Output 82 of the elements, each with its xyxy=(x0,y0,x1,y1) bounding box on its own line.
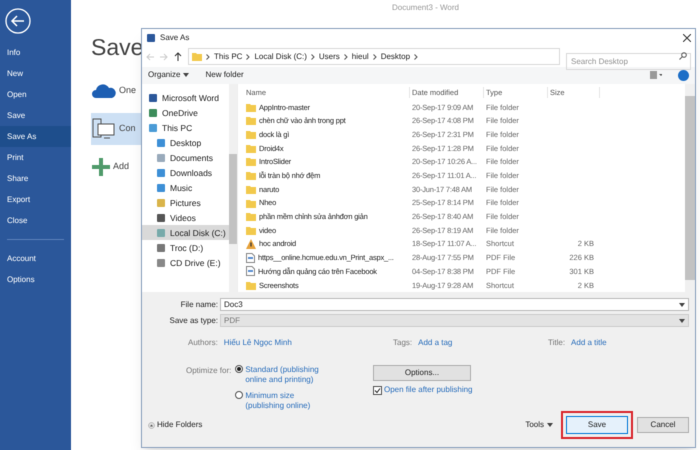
page-heading: Save xyxy=(91,36,144,59)
address-bar[interactable]: This PC Local Disk (C:) Users hieul Desktop xyxy=(188,48,560,66)
new-folder-button[interactable]: New folder xyxy=(205,69,244,82)
up-arrow-icon[interactable] xyxy=(174,52,182,62)
nav-item[interactable]: Local Disk (C:) xyxy=(142,225,229,240)
caret-down-icon xyxy=(679,318,685,322)
dialog-title: Save As xyxy=(160,32,190,44)
breadcrumb-item[interactable]: hieul xyxy=(352,50,369,63)
hide-folders-button[interactable]: Hide Folders xyxy=(148,419,202,431)
meta-label: Tags: xyxy=(393,337,412,349)
caret-down-icon xyxy=(679,302,685,306)
nav-item[interactable]: Downloads xyxy=(142,165,229,180)
back-icon[interactable] xyxy=(5,8,31,34)
nav-item[interactable]: Music xyxy=(142,180,229,196)
app-title: Document3 - Word xyxy=(392,2,459,14)
meta-label: Title: xyxy=(548,337,566,349)
menu-item[interactable]: Save As xyxy=(0,126,71,147)
breadcrumb-item[interactable]: Desktop xyxy=(380,50,410,63)
folder-icon xyxy=(192,52,202,62)
chevron-right-icon xyxy=(372,54,377,60)
meta-value[interactable]: Add a title xyxy=(571,337,607,349)
checkbox-label[interactable]: Open file after publishing xyxy=(384,384,472,396)
breadcrumb-item[interactable]: Users xyxy=(318,50,340,63)
menu-item[interactable]: New xyxy=(0,63,71,84)
meta-label: Authors: xyxy=(188,337,218,349)
nav-item[interactable]: Desktop xyxy=(142,135,229,150)
nav-item[interactable]: Documents xyxy=(142,150,229,166)
cancel-button[interactable]: Cancel xyxy=(637,417,689,433)
menu-item[interactable]: Close xyxy=(0,210,71,231)
chevron-right-icon xyxy=(414,54,418,60)
save-button[interactable]: Save xyxy=(566,416,628,434)
check-icon xyxy=(374,386,381,394)
menu-item[interactable]: Share xyxy=(0,168,71,189)
view-icon[interactable] xyxy=(650,71,662,80)
organize-button[interactable]: Organize xyxy=(148,69,190,82)
menu-item[interactable]: Account xyxy=(0,248,71,269)
nav-item[interactable]: Troc (D:) xyxy=(142,240,229,256)
menu-item[interactable]: Open xyxy=(0,84,71,105)
nav-item[interactable]: Pictures xyxy=(142,195,229,210)
tools-button[interactable]: Tools xyxy=(525,419,553,431)
menu-item[interactable]: Options xyxy=(0,269,71,290)
menu-item[interactable]: Save xyxy=(0,105,71,126)
breadcrumb-item[interactable]: This PC xyxy=(214,50,242,63)
options-button[interactable]: Options... xyxy=(373,365,471,381)
chevron-right-icon xyxy=(310,54,315,60)
radio-label[interactable]: Minimum size (publishing online) xyxy=(245,391,324,411)
menu-item[interactable]: Export xyxy=(0,189,71,210)
meta-value[interactable]: Add a tag xyxy=(418,337,452,349)
scrollbar[interactable] xyxy=(229,84,237,292)
nav-item[interactable]: Microsoft Word xyxy=(142,90,229,106)
location-item[interactable]: Add xyxy=(91,151,141,183)
menu-item[interactable]: Info xyxy=(0,42,71,63)
file-name-field[interactable]: Doc3 xyxy=(220,298,689,311)
radio-button[interactable] xyxy=(235,391,244,399)
search-field[interactable]: Search Desktop xyxy=(566,53,691,70)
radio-button[interactable] xyxy=(235,365,244,373)
caret-down-icon xyxy=(547,423,553,427)
collapse-icon xyxy=(148,422,155,428)
scrollbar[interactable] xyxy=(685,84,695,292)
folder-icon xyxy=(246,280,256,290)
search-icon xyxy=(679,52,687,60)
chevron-right-icon xyxy=(344,54,348,60)
radio-label[interactable]: Standard (publishing online and printing) xyxy=(245,365,324,385)
menu-item[interactable]: Print xyxy=(0,147,71,168)
field-label: Save as type: xyxy=(168,314,218,326)
location-item[interactable]: Con xyxy=(91,113,141,145)
breadcrumb-item[interactable]: Local Disk (C:) xyxy=(254,50,307,63)
shortcut-icon xyxy=(246,239,256,250)
field-label: File name: xyxy=(180,298,218,310)
chevron-right-icon xyxy=(246,54,250,60)
chevron-right-icon xyxy=(206,54,210,60)
caret-down-icon xyxy=(183,73,190,78)
location-item[interactable]: One xyxy=(91,75,141,107)
nav-item[interactable]: Videos xyxy=(142,210,229,226)
optimize-label: Optimize for: xyxy=(186,365,232,377)
nav-item[interactable]: This PC xyxy=(142,120,229,136)
nav-item[interactable]: CD Drive (E:) xyxy=(142,255,229,270)
plus-icon xyxy=(92,158,110,176)
close-icon[interactable] xyxy=(683,34,691,42)
nav-item[interactable]: OneDrive xyxy=(142,105,229,120)
meta-value[interactable]: Hiếu Lê Ngọc Minh xyxy=(224,337,292,349)
checkbox[interactable] xyxy=(373,386,382,394)
